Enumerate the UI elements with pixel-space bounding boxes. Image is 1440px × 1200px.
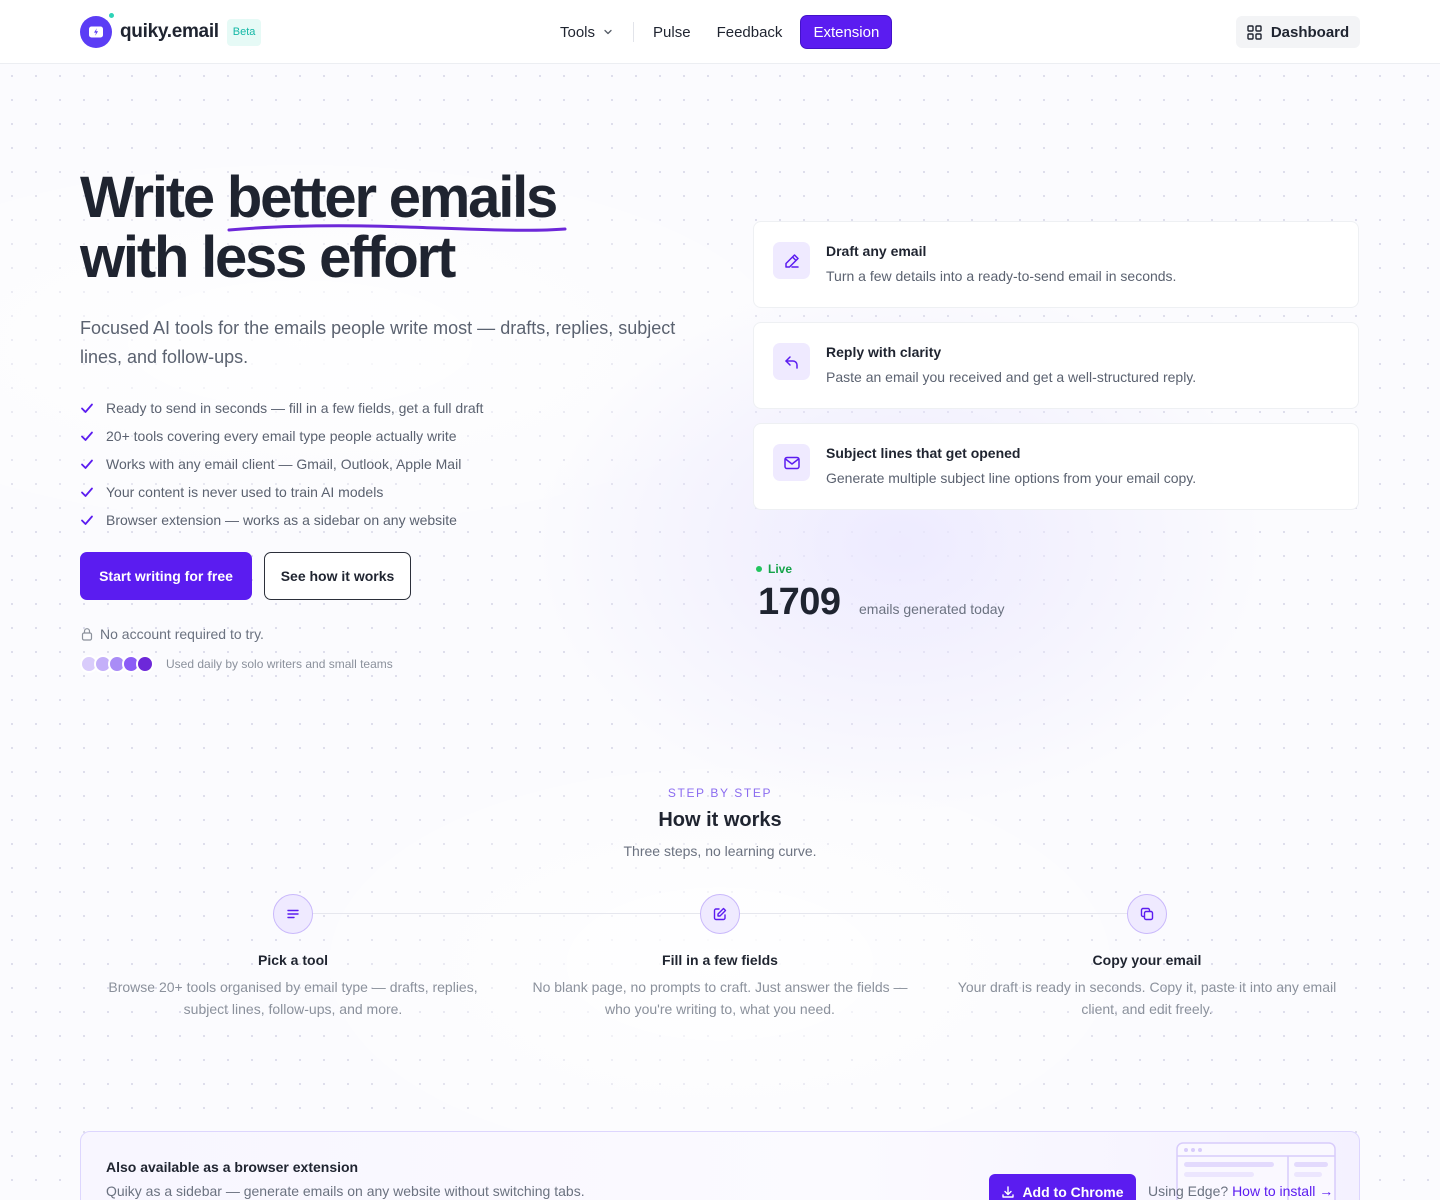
edit-icon [700, 894, 740, 934]
check-icon [81, 459, 93, 469]
grid-icon [1247, 24, 1262, 40]
see-how-it-works-button[interactable]: See how it works [264, 552, 411, 600]
hero-title-part1: Write [80, 165, 227, 230]
hero-title: Write better emails with less effort [80, 168, 720, 288]
nav-tools-label: Tools [560, 23, 596, 41]
feature-desc: Paste an email you received and get a we… [826, 369, 1197, 385]
add-to-chrome-button[interactable]: Add to Chrome [989, 1174, 1136, 1200]
nav-pulse[interactable]: Pulse [640, 16, 704, 48]
avatar-stack [80, 655, 156, 673]
dashboard-button[interactable]: Dashboard [1236, 16, 1360, 48]
hero-title-highlight: better emails [226, 165, 567, 232]
benefit-text: 20+ tools covering every email type peop… [106, 428, 457, 444]
no-account-text: No account required to try. [100, 626, 264, 642]
step-title: Copy your email [1092, 952, 1202, 968]
feature-card-reply[interactable]: Reply with clarity Paste an email you re… [753, 322, 1359, 409]
pencil-icon [773, 242, 810, 279]
feature-card-subject[interactable]: Subject lines that get opened Generate m… [753, 423, 1359, 510]
copy-icon [1127, 894, 1167, 934]
edge-prefix: Using Edge? [1148, 1183, 1233, 1199]
live-label: Live [768, 562, 793, 576]
feature-desc: Turn a few details into a ready-to-send … [826, 268, 1177, 284]
benefit-item: Your content is never used to train AI m… [80, 478, 483, 506]
lock-icon [81, 628, 93, 641]
nav-divider [633, 22, 635, 42]
extension-banner: Also available as a browser extension Qu… [80, 1131, 1360, 1200]
live-dot-icon [756, 566, 762, 572]
emails-count: 1709 [758, 581, 841, 623]
dashboard-label: Dashboard [1270, 23, 1350, 41]
nav-extension[interactable]: Extension [801, 16, 892, 48]
check-icon [81, 431, 93, 441]
step-desc: No blank page, no prompts to craft. Just… [532, 979, 908, 1017]
feature-title: Reply with clarity [826, 344, 942, 360]
add-to-chrome-label: Add to Chrome [1022, 1184, 1124, 1200]
brand-name: quiky.email [120, 21, 219, 42]
section-subtitle: Three steps, no learning curve. [623, 843, 817, 859]
download-icon [1002, 1186, 1015, 1198]
edge-install-note: Using Edge? How to install → [1148, 1183, 1333, 1199]
reply-icon [773, 343, 810, 380]
no-account-note: No account required to try. [80, 624, 264, 644]
benefit-item: Browser extension — works as a sidebar o… [80, 506, 483, 534]
section-eyebrow: STEP BY STEP [667, 786, 773, 800]
nav-tools-dropdown[interactable]: Tools [560, 16, 633, 48]
step-copy-email: Copy your email Your draft is ready in s… [947, 894, 1347, 1020]
step-title: Pick a tool [257, 952, 329, 968]
chevron-down-icon [604, 29, 612, 35]
benefit-text: Your content is never used to train AI m… [106, 484, 384, 500]
social-proof: Used daily by solo writers and small tea… [80, 654, 393, 674]
extension-banner-title: Also available as a browser extension [106, 1159, 359, 1175]
step-desc: Browse 20+ tools organised by email type… [108, 979, 478, 1017]
benefit-item: Works with any email client — Gmail, Out… [80, 450, 483, 478]
logo-icon [80, 11, 116, 48]
hero-title-highlight-text: better emails [226, 165, 558, 230]
emails-count-caption: emails generated today [859, 601, 1005, 617]
section-title: How it works [658, 809, 782, 831]
benefit-item: 20+ tools covering every email type peop… [80, 422, 483, 450]
benefit-list: Ready to send in seconds — fill in a few… [80, 394, 483, 534]
list-icon [273, 894, 313, 934]
how-to-install-link[interactable]: How to install → [1232, 1183, 1333, 1199]
step-desc: Your draft is ready in seconds. Copy it,… [957, 979, 1337, 1017]
hero-title-part2: with less effort [80, 225, 456, 290]
benefit-text: Works with any email client — Gmail, Out… [106, 456, 462, 472]
step-pick-tool: Pick a tool Browse 20+ tools organised b… [93, 894, 493, 1020]
logo-status-dot [107, 11, 116, 20]
check-icon [81, 515, 93, 525]
live-indicator: Live [756, 561, 792, 577]
social-proof-text: Used daily by solo writers and small tea… [166, 657, 393, 671]
benefit-text: Ready to send in seconds — fill in a few… [106, 400, 484, 416]
envelope-icon [773, 444, 810, 481]
logo[interactable]: quiky.email Beta [80, 11, 262, 48]
check-icon [81, 487, 93, 497]
top-nav: quiky.email Beta Tools Pulse Feedback Ex… [0, 0, 1440, 64]
step-fill-fields: Fill in a few fields No blank page, no p… [520, 894, 920, 1020]
step-title: Fill in a few fields [662, 952, 778, 968]
avatar [136, 655, 154, 673]
check-icon [81, 403, 93, 413]
feature-card-draft[interactable]: Draft any email Turn a few details into … [753, 221, 1359, 308]
benefit-item: Ready to send in seconds — fill in a few… [80, 394, 483, 422]
hero-subtitle: Focused AI tools for the emails people w… [80, 318, 676, 367]
nav-feedback[interactable]: Feedback [704, 16, 796, 48]
feature-title: Draft any email [826, 243, 927, 259]
extension-banner-desc: Quiky as a sidebar — generate emails on … [106, 1183, 585, 1199]
feature-title: Subject lines that get opened [826, 445, 1021, 461]
underline-squiggle [227, 224, 567, 232]
start-writing-button[interactable]: Start writing for free [80, 552, 252, 600]
benefit-text: Browser extension — works as a sidebar o… [106, 512, 457, 528]
beta-badge: Beta [226, 18, 262, 46]
main-nav: Tools Pulse Feedback Extension [560, 16, 892, 48]
feature-desc: Generate multiple subject line options f… [826, 470, 1197, 486]
